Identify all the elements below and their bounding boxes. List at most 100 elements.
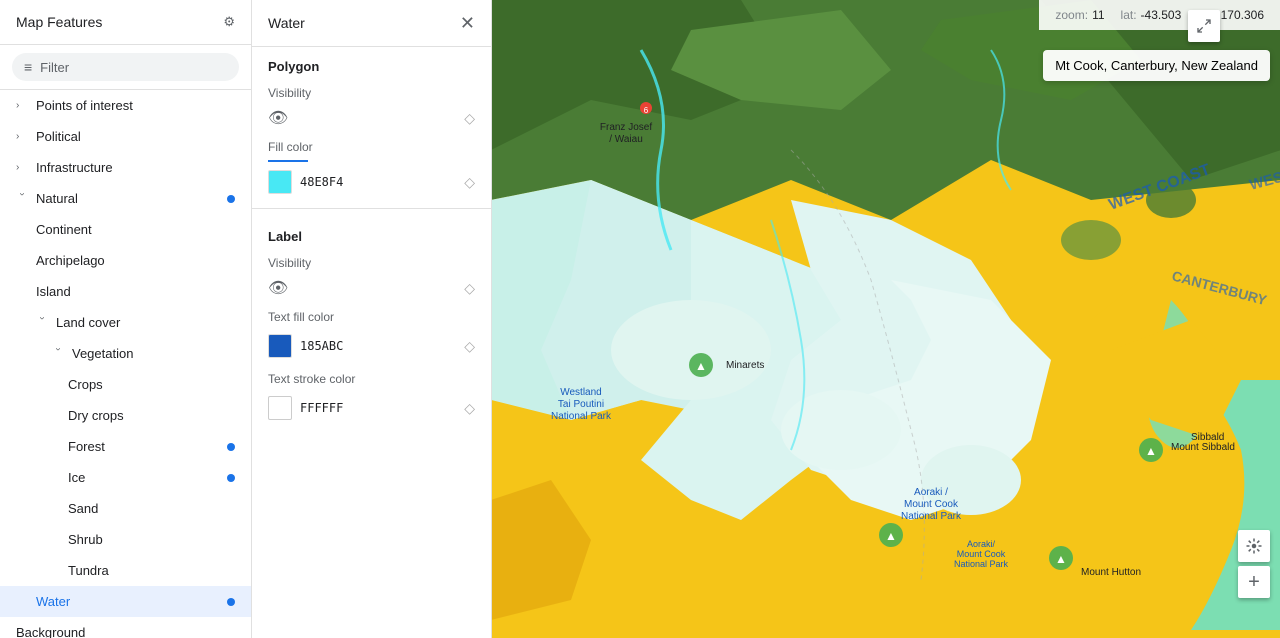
svg-text:Sibbald: Sibbald (1191, 432, 1224, 443)
sidebar-item-land-cover[interactable]: › Land cover (0, 307, 251, 338)
sidebar-item-island[interactable]: Island (0, 276, 251, 307)
diamond-icon[interactable]: ◇ (464, 110, 475, 127)
sidebar-item-forest[interactable]: Forest (0, 431, 251, 462)
sidebar-item-shrub[interactable]: Shrub (0, 524, 251, 555)
diamond-icon[interactable]: ◇ (464, 400, 475, 417)
zoom-value: 11 (1092, 8, 1104, 22)
diamond-icon[interactable]: ◇ (464, 280, 475, 297)
label-visibility-row: 👁 ◇ (252, 274, 491, 302)
diamond-icon[interactable]: ◇ (464, 338, 475, 355)
sidebar-title: Map Features (16, 14, 102, 30)
polygon-section-title: Polygon (252, 47, 491, 78)
sidebar-item-label: Continent (36, 222, 235, 237)
chevron-icon: › (16, 100, 28, 111)
text-fill-label: Text fill color (252, 302, 491, 328)
detail-header: Water ✕ (252, 0, 491, 47)
detail-panel: Water ✕ Polygon Visibility 👁 ◇ Fill colo… (252, 0, 492, 638)
sidebar-item-label: Points of interest (36, 98, 235, 113)
chevron-icon: › (53, 348, 64, 360)
tooltip-text: Mt Cook, Canterbury, New Zealand (1055, 58, 1258, 73)
sidebar-item-archipelago[interactable]: Archipelago (0, 245, 251, 276)
text-fill-swatch[interactable] (268, 334, 292, 358)
filter-input-box[interactable]: ≡ Filter (12, 53, 239, 81)
svg-text:▲: ▲ (885, 529, 897, 543)
diamond-icon[interactable]: ◇ (464, 174, 475, 191)
sidebar-item-points-of-interest[interactable]: › Points of interest (0, 90, 251, 121)
text-fill-color-row[interactable]: 185ABC ◇ (252, 328, 491, 364)
eye-icon[interactable]: 👁 (268, 108, 288, 128)
text-stroke-color-row[interactable]: FFFFFF ◇ (252, 390, 491, 426)
sidebar-item-label: Crops (68, 377, 235, 392)
fullscreen-button[interactable] (1188, 10, 1220, 42)
svg-text:Mount Hutton: Mount Hutton (1081, 567, 1141, 578)
active-dot (227, 195, 235, 203)
sidebar: Map Features ⚙ ≡ Filter › Points of inte… (0, 0, 252, 638)
eye-icon[interactable]: 👁 (268, 278, 288, 298)
sidebar-item-water[interactable]: Water (0, 586, 251, 617)
polygon-visibility-label: Visibility (252, 78, 491, 104)
sidebar-item-label: Tundra (68, 563, 235, 578)
lng-value: 170.306 (1221, 8, 1264, 22)
map-canvas[interactable]: WEST COAST CANTERBURY WEST COAST CANTERB… (492, 0, 1280, 638)
zoom-label: zoom: (1055, 8, 1088, 22)
sidebar-item-label: Water (36, 594, 227, 609)
svg-text:Aoraki /: Aoraki / (914, 487, 948, 498)
sidebar-item-tundra[interactable]: Tundra (0, 555, 251, 586)
svg-text:▲: ▲ (1145, 444, 1157, 458)
svg-text:National Park: National Park (551, 411, 612, 422)
zoom-stat: zoom: 11 (1055, 8, 1104, 22)
sidebar-item-infrastructure[interactable]: › Infrastructure (0, 152, 251, 183)
sidebar-item-label: Shrub (68, 532, 235, 547)
active-dot (227, 443, 235, 451)
svg-text:Mount Cook: Mount Cook (957, 549, 1006, 559)
my-location-button[interactable] (1238, 530, 1270, 562)
svg-text:National Park: National Park (901, 511, 962, 522)
sidebar-item-sand[interactable]: Sand (0, 493, 251, 524)
sidebar-item-label: Vegetation (72, 346, 235, 361)
detail-title: Water (268, 15, 305, 31)
color-swatch-group: 185ABC (268, 334, 343, 358)
chevron-icon: › (16, 162, 28, 173)
label-visibility-label: Visibility (252, 248, 491, 274)
sidebar-item-label: Background (16, 625, 235, 638)
sidebar-item-crops[interactable]: Crops (0, 369, 251, 400)
fill-color-value: 48E8F4 (300, 175, 343, 189)
sidebar-item-label: Forest (68, 439, 227, 454)
svg-text:6: 6 (644, 106, 649, 115)
fill-color-underline (268, 160, 308, 162)
active-dot (227, 474, 235, 482)
color-swatch-group: 48E8F4 (268, 170, 343, 194)
map-area[interactable]: zoom: 11 lat: -43.503 lng: 170.306 (492, 0, 1280, 638)
sidebar-item-dry-crops[interactable]: Dry crops (0, 400, 251, 431)
polygon-fill-color-label: Fill color (252, 132, 491, 158)
sidebar-item-label: Sand (68, 501, 235, 516)
map-controls: + (1238, 530, 1270, 598)
nav-list: › Points of interest › Political › Infra… (0, 90, 251, 638)
sidebar-item-label: Natural (36, 191, 227, 206)
sidebar-item-vegetation[interactable]: › Vegetation (0, 338, 251, 369)
section-divider (252, 208, 491, 209)
polygon-fill-color-row[interactable]: 48E8F4 ◇ (252, 164, 491, 200)
sidebar-item-ice[interactable]: Ice (0, 462, 251, 493)
sidebar-item-natural[interactable]: › Natural (0, 183, 251, 214)
gear-icon[interactable]: ⚙ (223, 14, 235, 30)
sidebar-item-label: Island (36, 284, 235, 299)
sidebar-item-continent[interactable]: Continent (0, 214, 251, 245)
sidebar-item-political[interactable]: › Political (0, 121, 251, 152)
close-button[interactable]: ✕ (460, 14, 475, 32)
location-tooltip: Mt Cook, Canterbury, New Zealand (1043, 50, 1270, 81)
map-topbar: zoom: 11 lat: -43.503 lng: 170.306 (1039, 0, 1280, 30)
fill-color-swatch[interactable] (268, 170, 292, 194)
svg-text:Minarets: Minarets (726, 360, 764, 371)
text-stroke-swatch[interactable] (268, 396, 292, 420)
zoom-in-button[interactable]: + (1238, 566, 1270, 598)
color-swatch-group: FFFFFF (268, 396, 343, 420)
text-stroke-label: Text stroke color (252, 364, 491, 390)
sidebar-item-label: Land cover (56, 315, 235, 330)
sidebar-item-label: Infrastructure (36, 160, 235, 175)
lat-stat: lat: -43.503 (1121, 8, 1182, 22)
filter-icon: ≡ (24, 59, 32, 75)
sidebar-item-background[interactable]: Background (0, 617, 251, 638)
lat-value: -43.503 (1141, 8, 1182, 22)
filter-label: Filter (40, 60, 69, 75)
